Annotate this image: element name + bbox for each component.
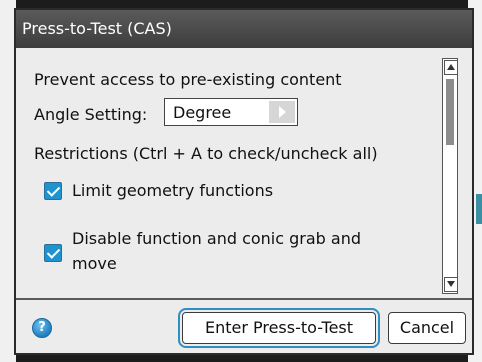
angle-setting-label: Angle Setting: xyxy=(34,105,148,124)
vertical-scrollbar[interactable] xyxy=(442,58,458,294)
dialog-content: Prevent access to pre-existing content A… xyxy=(34,66,444,294)
arrow-up-icon[interactable] xyxy=(444,60,458,75)
scroll-thumb[interactable] xyxy=(446,79,454,145)
checkbox-label: Limit geometry functions xyxy=(72,181,274,200)
checkbox-label: Disable function and conic grab and move xyxy=(72,229,362,273)
arrow-down-icon[interactable] xyxy=(444,277,458,292)
angle-setting-select[interactable]: Degree xyxy=(164,98,298,126)
angle-setting-row: Angle Setting: Degree xyxy=(34,98,298,126)
restrictions-text: Restrictions (Ctrl + A to check/uncheck … xyxy=(34,144,378,163)
check-icon[interactable] xyxy=(44,182,62,200)
enter-press-to-test-button[interactable]: Enter Press-to-Test xyxy=(178,308,380,348)
check-icon[interactable] xyxy=(44,244,62,262)
help-icon[interactable]: ? xyxy=(32,318,52,338)
background-accent-strip xyxy=(476,194,482,224)
press-to-test-dialog: Press-to-Test (CAS) Prevent access to pr… xyxy=(14,8,474,355)
cancel-button[interactable]: Cancel xyxy=(388,312,466,344)
footer-divider xyxy=(16,298,472,300)
prevent-access-text: Prevent access to pre-existing content xyxy=(34,70,342,89)
chevron-right-icon[interactable] xyxy=(269,101,295,123)
angle-setting-value: Degree xyxy=(173,103,232,122)
dialog-title: Press-to-Test (CAS) xyxy=(16,10,472,48)
